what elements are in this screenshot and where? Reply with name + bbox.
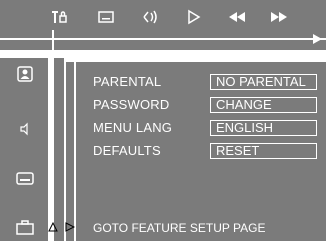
up-arrow-icon[interactable]	[48, 222, 58, 232]
audio-icon[interactable]	[142, 9, 158, 25]
top-menu-bar	[0, 0, 326, 50]
password-label: PASSWORD	[93, 97, 170, 112]
footer-hint: GOTO FEATURE SETUP PAGE	[93, 221, 266, 235]
parental-value-button[interactable]: NO PARENTAL	[210, 74, 317, 90]
sidebar-strip-inner	[66, 62, 74, 241]
parental-lock-icon[interactable]	[52, 9, 68, 25]
play-icon[interactable]	[186, 9, 202, 25]
user-icon[interactable]	[16, 66, 34, 82]
top-bar-divider	[0, 38, 326, 40]
dvd-setup-screen: PARENTAL PASSWORD MENU LANG DEFAULTS NO …	[0, 0, 326, 241]
left-sidebar	[0, 58, 48, 241]
menu-lang-value-button[interactable]: ENGLISH	[210, 120, 317, 136]
guide-line-inner	[64, 62, 66, 241]
top-bar-arrow-icon	[313, 34, 322, 44]
subtitle-icon[interactable]	[16, 171, 34, 187]
briefcase-icon[interactable]	[16, 219, 34, 235]
menu-lang-label: MENU LANG	[93, 120, 173, 135]
right-arrow-icon[interactable]	[65, 222, 75, 232]
fast-forward-icon[interactable]	[270, 9, 288, 25]
subtitle-icon[interactable]	[98, 9, 114, 25]
rewind-icon[interactable]	[228, 9, 246, 25]
guide-line-outer	[52, 30, 54, 241]
defaults-label: DEFAULTS	[93, 143, 161, 158]
sidebar-strip	[54, 58, 64, 241]
password-change-button[interactable]: CHANGE	[210, 97, 317, 113]
parental-label: PARENTAL	[93, 74, 162, 89]
speaker-icon[interactable]	[16, 121, 34, 137]
defaults-reset-button[interactable]: RESET	[210, 143, 317, 159]
